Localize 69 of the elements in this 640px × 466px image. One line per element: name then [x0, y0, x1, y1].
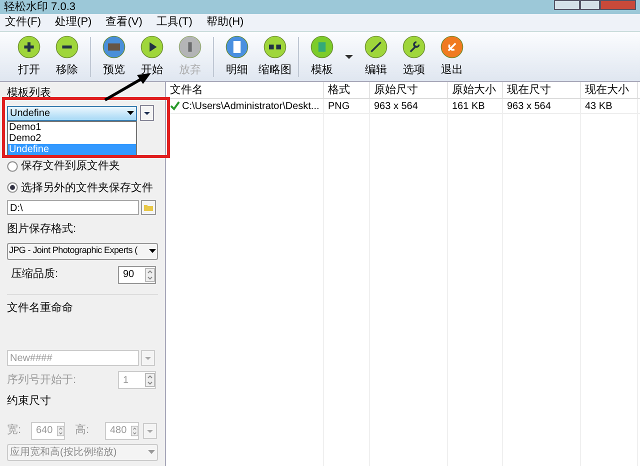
- minus-icon: [55, 34, 79, 59]
- details-icon: [225, 34, 249, 59]
- radio-button[interactable]: [7, 182, 18, 194]
- caret-icon[interactable]: [140, 105, 154, 121]
- spin-arrows-icon[interactable]: [145, 373, 155, 387]
- menu-item[interactable]: 工具(T): [156, 14, 192, 31]
- height-label: 高:: [75, 422, 90, 438]
- table-cell-text: 963 x 564: [374, 100, 418, 114]
- table-cell-text: PNG: [328, 100, 350, 114]
- quality-label: 压缩品质:: [11, 266, 58, 282]
- template-icon: [310, 34, 334, 59]
- toolbar-button[interactable]: 打开: [10, 34, 48, 78]
- column-header[interactable]: 原始大小: [448, 82, 503, 98]
- table-cell-text: C:\Users\Administrator\Deskt...: [182, 100, 320, 114]
- radio-button[interactable]: [7, 160, 18, 172]
- spin-arrows-icon[interactable]: [145, 268, 155, 282]
- radio-label: 保存文件到原文件夹: [21, 158, 120, 174]
- menu-item[interactable]: 处理(P): [55, 14, 92, 31]
- template-dropdown[interactable]: Undefine: [7, 106, 137, 120]
- table-cell-text: 43 KB: [585, 100, 612, 114]
- radio-label: 选择另外的文件夹保存文件: [21, 180, 153, 196]
- column-header[interactable]: 文件名: [166, 82, 324, 98]
- play-icon: [140, 34, 164, 59]
- toolbar-button[interactable]: 选项: [395, 34, 433, 78]
- table-cell-text: 963 x 564: [507, 100, 551, 114]
- group-title: 约束尺寸: [7, 394, 52, 409]
- dropdown-option[interactable]: Demo1: [8, 122, 136, 133]
- dropdown-option[interactable]: Demo2: [8, 133, 136, 144]
- maximize-button[interactable]: [580, 0, 600, 10]
- menu-item[interactable]: 帮助(H): [206, 14, 244, 31]
- minimize-button[interactable]: [554, 0, 580, 10]
- edit-icon: [364, 34, 388, 59]
- plus-icon: [17, 34, 41, 59]
- stop-icon: [178, 34, 202, 59]
- spin-arrows-icon[interactable]: [130, 424, 138, 438]
- menu-item[interactable]: 查看(V): [106, 14, 142, 31]
- column-header[interactable]: 现在尺寸: [503, 82, 581, 98]
- sequence-start-label: 序列号开始于:: [7, 372, 76, 388]
- exit-icon: [440, 34, 464, 59]
- toolbar-button[interactable]: 开始: [133, 34, 171, 78]
- toolbar-button[interactable]: 移除: [48, 34, 86, 78]
- column-header[interactable]: 格式: [324, 82, 370, 98]
- group-title: 文件名重命命: [7, 300, 74, 316]
- template-list-label: 模板列表: [7, 86, 52, 101]
- toolbar-button[interactable]: 明细: [218, 34, 256, 78]
- toolbar-button[interactable]: 预览: [95, 34, 133, 78]
- width-label: 宽:: [7, 422, 22, 438]
- table-cell-text: 161 KB: [452, 100, 485, 114]
- dropdown-caret-icon[interactable]: [345, 54, 353, 60]
- toolbar-button[interactable]: 退出: [433, 34, 471, 78]
- thumbs-icon: [263, 34, 287, 59]
- toolbar-button[interactable]: 模板: [303, 34, 341, 78]
- toolbar-button[interactable]: 编辑: [357, 34, 395, 78]
- caret-icon: [148, 450, 155, 454]
- preview-icon: [102, 34, 126, 59]
- spin-arrows-icon[interactable]: [56, 424, 64, 438]
- folder-icon[interactable]: [141, 200, 156, 215]
- format-label: 图片保存格式:: [7, 222, 78, 237]
- caret-icon: [127, 111, 134, 115]
- column-header[interactable]: 原始尺寸: [370, 82, 448, 98]
- spin-field[interactable]: 90: [118, 266, 156, 284]
- caret-icon: [149, 249, 156, 253]
- options-icon: [402, 34, 426, 59]
- menu-item[interactable]: 文件(F): [5, 14, 42, 31]
- format-select[interactable]: JPG - Joint Photographic Experts (: [7, 242, 158, 260]
- folder-path-field[interactable]: D:\: [7, 200, 139, 215]
- column-header[interactable]: 现在大小: [581, 82, 638, 98]
- toolbar-button[interactable]: 缩略图: [256, 34, 294, 78]
- window-title: 轻松水印 7.0.3: [4, 1, 76, 14]
